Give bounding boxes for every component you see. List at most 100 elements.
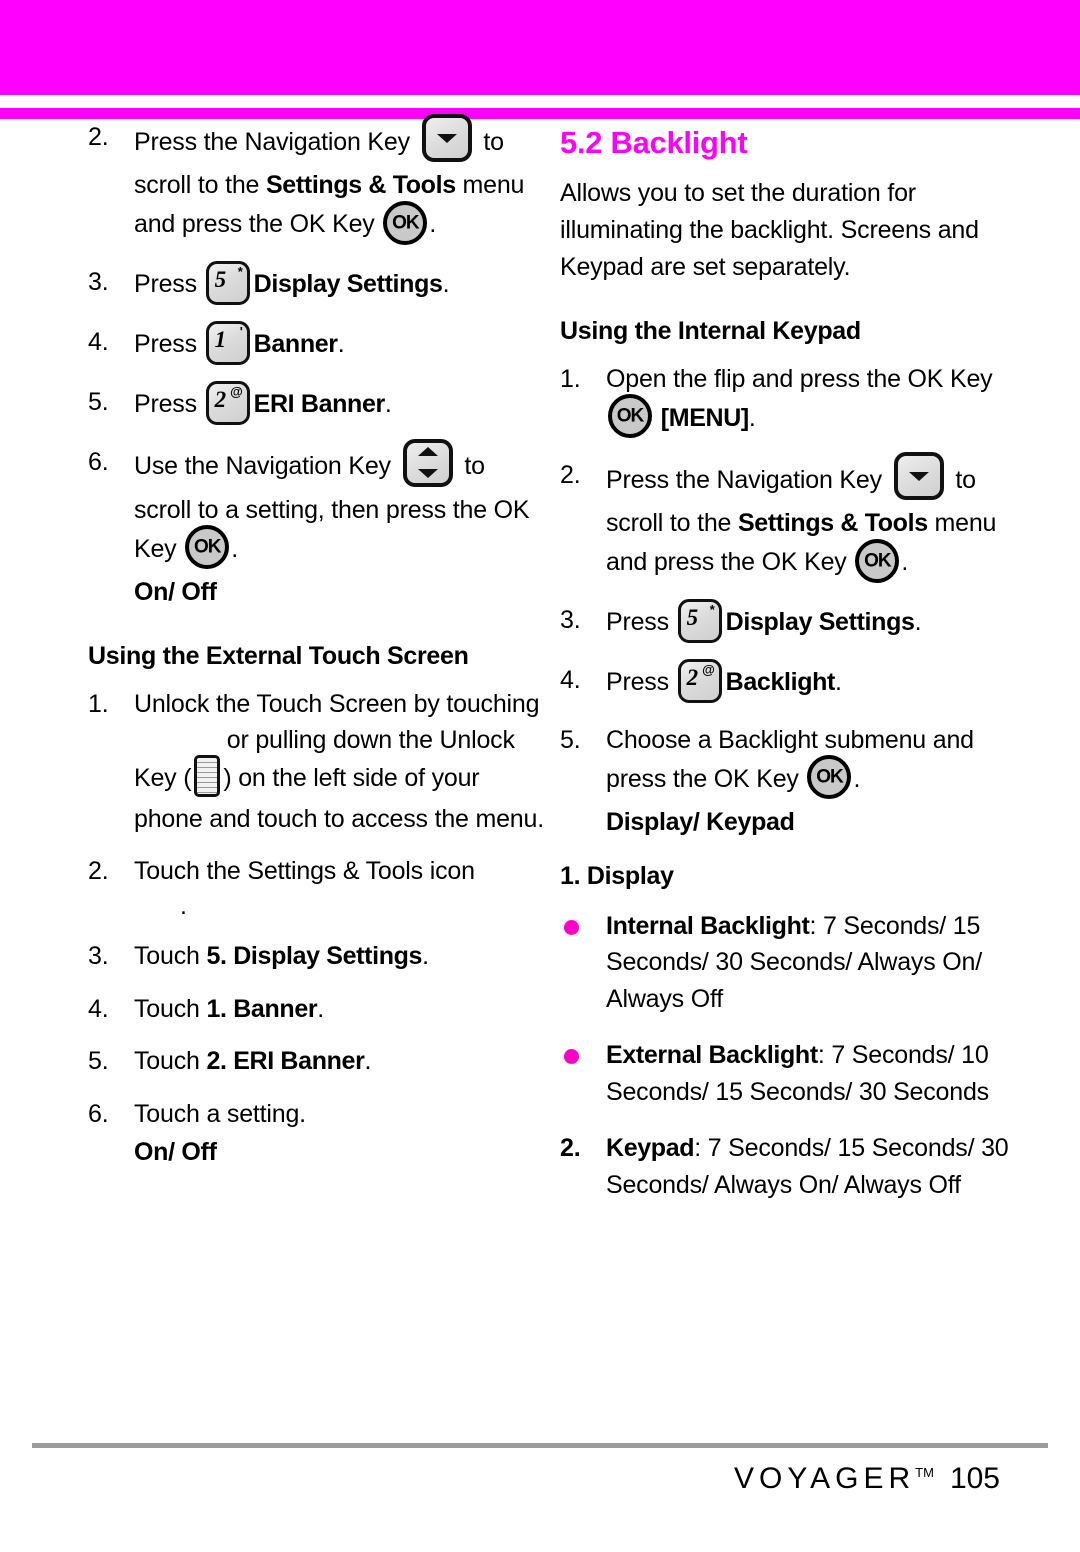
keypad-key-superscript: @	[702, 661, 715, 677]
step-number: 2.	[88, 123, 109, 151]
ok-key-label: OK	[864, 550, 892, 572]
keypad-option-item: 2. Keypad: 7 Seconds/ 15 Seconds/ 30 Seco…	[560, 1130, 1020, 1203]
ok-key-icon: OK	[185, 525, 230, 569]
step-text: Touch 5. Display Settings.	[134, 942, 429, 970]
ok-key-icon: OK	[855, 538, 900, 583]
footer-divider	[32, 1443, 1048, 1448]
header-accent-rule	[0, 108, 1080, 119]
page-title: 5.2 Backlight	[560, 125, 748, 160]
keypad-key-digit: 2	[686, 664, 699, 690]
keypad-key-digit: 5	[686, 604, 699, 630]
instruction-step: 1. Unlock the Touch Screen by touching or…	[88, 686, 548, 838]
keypad-key-digit: 5	[214, 266, 227, 292]
instruction-step: 3. Press 5 * Display Settings.	[560, 598, 1020, 646]
ok-key-label: OK	[392, 212, 420, 233]
ok-key-label: OK	[193, 536, 222, 558]
ok-key-label: OK	[816, 766, 844, 788]
step-text: Open the flip and press the OK Key OK [M…	[606, 365, 993, 439]
keypad-key-5-icon: 5 *	[677, 598, 722, 643]
arrow-up-icon	[417, 446, 438, 456]
step-text: Press 1 ' Banner.	[134, 320, 345, 365]
instruction-step: 5. Choose a Backlight submenu and press t…	[560, 722, 1020, 841]
step-text: Use the Navigation Key to scroll to a se…	[134, 438, 530, 569]
step-text: Touch 1. Banner.	[134, 994, 324, 1023]
instruction-step: 6. Touch a setting. On/ Off	[88, 1096, 548, 1171]
step-text: Press 5 * Display Settings.	[606, 598, 922, 643]
instruction-step: 2. Touch the Settings & Tools icon.	[88, 853, 548, 922]
nav-key-updown-icon	[402, 438, 453, 487]
step-number: 3.	[560, 605, 581, 634]
step-text: Touch a setting.	[134, 1099, 306, 1128]
keypad-key-2-icon: 2 @	[205, 380, 250, 425]
keypad-key-superscript: *	[709, 601, 715, 617]
arrow-down-icon	[908, 472, 929, 482]
nav-key-down-icon	[893, 452, 944, 501]
emphasis-text: ERI Banner	[253, 390, 386, 419]
step-number: 5.	[88, 1047, 109, 1075]
backlight-options-list: Internal Backlight: 7 Seconds/ 15 Second…	[560, 908, 1020, 1111]
step-number: 1.	[88, 689, 109, 718]
keypad-key-superscript: @	[230, 383, 243, 399]
touch-screen-step-list: 1. Unlock the Touch Screen by touching or…	[88, 686, 548, 1171]
step-number: 3.	[88, 267, 109, 296]
step-number: 4.	[88, 327, 109, 356]
page-content: 2. Press the Navigation Key to scroll to …	[0, 114, 1080, 1429]
arrow-down-icon	[417, 468, 438, 478]
backlight-step-list: 1. Open the flip and press the OK Key OK …	[560, 361, 1020, 841]
emphasis-text: Settings & Tools	[265, 171, 456, 199]
step-number: 6.	[88, 447, 109, 476]
keypad-item-label: Keypad	[606, 1134, 695, 1163]
emphasis-text: Banner	[253, 330, 338, 359]
right-column: 5.2 Backlight Allows you to set the dura…	[560, 119, 1020, 1203]
instruction-step: 4. Touch 1. Banner.	[88, 991, 548, 1028]
step-number: 6.	[88, 1099, 109, 1128]
keypad-key-1-icon: 1 '	[205, 320, 250, 365]
arrow-down-icon	[436, 134, 457, 143]
backlight-option: Internal Backlight: 7 Seconds/ 15 Second…	[560, 908, 1020, 1018]
page-number: 105	[949, 1462, 1000, 1495]
step-text: Press 2 @ Backlight.	[606, 658, 842, 703]
instruction-step: 5. Press 2 @ ERI Banner.	[88, 380, 548, 428]
step-text: Press the Navigation Key to scroll to th…	[134, 114, 524, 245]
header-accent-band	[0, 0, 1080, 95]
step-number: 4.	[560, 665, 581, 694]
internal-keypad-step-list: 2. Press the Navigation Key to scroll to …	[88, 114, 548, 611]
bullet-dot-icon	[564, 919, 579, 935]
orphan-punctuation: .	[180, 891, 187, 920]
emphasis-text: Display Settings	[725, 608, 915, 637]
keypad-key-2-icon: 2 @	[677, 658, 722, 703]
step-number: 5.	[88, 387, 109, 416]
instruction-step: 6. Use the Navigation Key to scroll to a …	[88, 438, 548, 611]
bullet-dot-icon	[564, 1049, 579, 1065]
backlight-option: External Backlight: 7 Seconds/ 10 Second…	[560, 1037, 1020, 1110]
keypad-key-digit: 2	[214, 386, 227, 412]
ok-key-icon: OK	[383, 200, 428, 245]
internal-keypad-heading: Using the Internal Keypad	[560, 316, 861, 345]
step-text: Press the Navigation Key to scroll to th…	[606, 452, 996, 583]
instruction-step: 2. Press the Navigation Key to scroll to …	[88, 114, 548, 248]
step-number: 2.	[88, 857, 109, 885]
option-label: Internal Backlight	[606, 911, 810, 940]
nav-key-down-icon	[421, 114, 472, 162]
trademark-symbol: TM	[915, 1465, 934, 1480]
emphasis-text: 2. ERI Banner	[206, 1047, 365, 1075]
emphasis-text: Display Settings	[253, 270, 443, 299]
brand-wordmark: VOYAGERTM	[734, 1462, 934, 1496]
step-text: Press 2 @ ERI Banner.	[134, 380, 392, 425]
ok-key-icon: OK	[608, 394, 652, 439]
step-text: Touch 2. ERI Banner.	[134, 1047, 372, 1075]
step-number: 4.	[88, 994, 109, 1023]
instruction-step: 2. Press the Navigation Key to scroll to …	[560, 452, 1020, 586]
missing-figure-placeholder	[134, 731, 220, 751]
left-column: 2. Press the Navigation Key to scroll to …	[88, 114, 548, 1187]
instruction-step: 4. Press 2 @ Backlight.	[560, 658, 1020, 706]
step-option-note: On/ Off	[134, 1138, 217, 1166]
keypad-key-superscript: *	[237, 263, 243, 279]
step-text: Touch the Settings & Tools icon	[134, 857, 475, 885]
external-touch-screen-heading: Using the External Touch Screen	[88, 641, 469, 670]
keypad-key-5-icon: 5 *	[205, 260, 250, 305]
page-footer: VOYAGERTM 105	[734, 1462, 1000, 1496]
section-intro-paragraph: Allows you to set the duration for illum…	[560, 178, 979, 281]
step-text: Unlock the Touch Screen by touching or p…	[134, 689, 544, 833]
instruction-step: 3. Touch 5. Display Settings.	[88, 938, 548, 975]
